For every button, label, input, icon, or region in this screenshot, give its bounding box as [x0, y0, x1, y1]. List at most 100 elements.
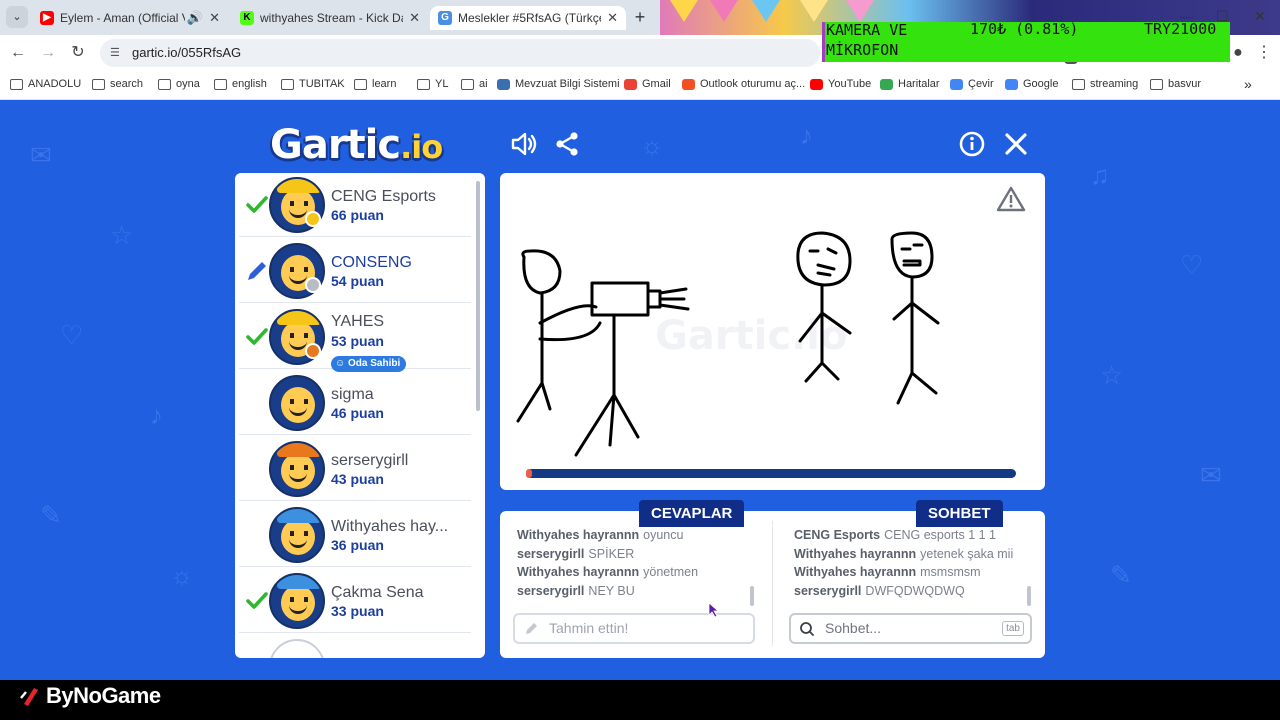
bookmark-çevir[interactable]: Çevir — [950, 78, 994, 90]
bookmark-label: Çevir — [968, 78, 994, 90]
share-icon[interactable] — [553, 130, 581, 158]
answers-tab[interactable]: CEVAPLAR — [639, 500, 745, 527]
tab-gartic[interactable]: G Meslekler #5RfsAG (Türkçe) - Gartic ✕ — [430, 6, 626, 30]
tab-kick[interactable]: K withyahes Stream - Kick Dashboard ✕ — [232, 6, 428, 30]
bookmark-streaming[interactable]: streaming — [1072, 78, 1138, 90]
drawing-canvas[interactable]: Gartic.io — [500, 173, 1045, 490]
tab-close-icon[interactable]: ✕ — [209, 10, 220, 26]
bookmark-label: basvur — [1168, 78, 1202, 90]
bookmark-google[interactable]: Google — [1005, 78, 1058, 90]
folder-icon — [92, 78, 105, 90]
answers-scrollbar[interactable] — [750, 586, 754, 606]
tab-close-icon[interactable]: ✕ — [607, 10, 618, 26]
reload-icon[interactable]: ↻ — [68, 43, 88, 63]
empty-avatar — [269, 639, 325, 658]
avatar-eyes — [290, 465, 308, 470]
kick-favicon-icon: K — [240, 11, 254, 25]
check-icon — [246, 592, 268, 609]
tab-search-button[interactable]: ⌄ — [6, 6, 28, 28]
player-name: CONSENG — [331, 254, 412, 271]
bynogame-logo-icon — [20, 688, 38, 706]
chat-scrollbar[interactable] — [1027, 586, 1031, 606]
player-name: sigma — [331, 386, 374, 403]
gartic-page: ✉ ☆ ♡ ♪ ✎ ☼ ♫ ♡ ☆ ✉ ✎ ☼ ♪ Gartic.io CENG… — [0, 100, 1280, 680]
folder-icon — [10, 78, 23, 90]
player-score: 66 puan — [331, 207, 384, 223]
new-tab-button[interactable]: + — [628, 6, 652, 30]
stream-footer: ByNoGame — [0, 680, 1280, 720]
bookmark-search[interactable]: search — [92, 78, 143, 90]
player-status-dot — [305, 343, 321, 359]
bookmark-haritalar[interactable]: Haritalar — [880, 78, 940, 90]
bookmark-oyna[interactable]: oyna — [158, 78, 200, 90]
player-list-scrollbar[interactable] — [476, 181, 480, 411]
bookmark-anadolu[interactable]: ANADOLU — [10, 78, 81, 90]
site-favicon-icon — [1005, 78, 1018, 90]
bookmark-label: english — [232, 78, 267, 90]
panel-divider — [772, 521, 773, 646]
player-score: 36 puan — [331, 537, 384, 553]
player-row[interactable]: serserygirll 43 puan — [239, 437, 471, 501]
bookmark-tubitak[interactable]: TUBITAK — [281, 78, 345, 90]
speaker-icon[interactable]: 🔊 — [187, 10, 203, 26]
round-timer-bar — [526, 469, 1016, 478]
chat-tab[interactable]: SOHBET — [916, 500, 1003, 527]
avatar-hat — [277, 311, 321, 325]
player-score: 54 puan — [331, 273, 384, 289]
player-score: 43 puan — [331, 471, 384, 487]
player-row[interactable]: Çakma Sena 33 puan — [239, 569, 471, 633]
bookmark-label: search — [110, 78, 144, 90]
bookmarks-bar: ANADOLU search oyna english TUBITAK learn YL ai… — [0, 72, 1280, 100]
player-row[interactable]: CONSENG 54 puan — [239, 239, 471, 303]
chat-input[interactable]: Sohbet... tab — [789, 613, 1032, 644]
forward-arrow-icon[interactable]: → — [38, 43, 58, 63]
bookmark-label: TUBITAK — [299, 78, 345, 90]
bookmark-outlook-oturumu-aç-[interactable]: Outlook oturumu aç... — [682, 78, 805, 90]
window-close-icon[interactable]: ✕ — [1254, 8, 1266, 25]
bookmark-learn[interactable]: learn — [354, 78, 396, 90]
bookmark-ai[interactable]: ai — [461, 78, 488, 90]
message-user: serserygirll — [517, 583, 585, 598]
player-row[interactable] — [239, 635, 471, 658]
player-name: CENG Esports — [331, 188, 436, 205]
address-bar[interactable]: ☰ gartic.io/055RfsAG — [100, 39, 820, 67]
player-row[interactable]: YAHES 53 puan ☺ Oda Sahibi — [239, 305, 471, 372]
bookmark-mevzuat-bilgi-sistemi[interactable]: Mevzuat Bilgi Sistemi — [497, 78, 620, 90]
bookmark-youtube[interactable]: YouTube — [810, 78, 871, 90]
more-bookmarks-icon[interactable]: » — [1244, 76, 1252, 92]
sound-icon[interactable] — [510, 130, 538, 158]
player-status-dot — [305, 211, 321, 227]
room-owner-badge: ☺ Oda Sahibi — [331, 356, 407, 372]
player-row[interactable]: CENG Esports 66 puan — [239, 173, 471, 237]
close-icon[interactable] — [1002, 130, 1030, 158]
tab-close-icon[interactable]: ✕ — [409, 10, 420, 26]
message-text: CENG esports 1 1 1 — [884, 528, 996, 542]
doodle-pencil-icon: ✎ — [1110, 560, 1132, 590]
url-text: gartic.io/055RfsAG — [132, 45, 242, 60]
chat-message: serserygirll DWFQDWQDWQ — [794, 582, 1034, 601]
tab-youtube[interactable]: ▶ Eylem - Aman (Official Video) 🔊 ✕ — [32, 6, 228, 30]
camera-mic-label: KAMERA VE MİKROFON — [826, 21, 908, 59]
player-row[interactable]: Withyahes hay... 36 puan — [239, 503, 471, 567]
player-status-dot — [305, 277, 321, 293]
folder-icon — [281, 78, 294, 90]
avatar-face — [281, 387, 315, 423]
check-icon — [246, 196, 268, 213]
bookmark-english[interactable]: english — [214, 78, 267, 90]
bookmark-basvur[interactable]: basvur — [1150, 78, 1201, 90]
pencil-drawing-icon — [248, 262, 266, 280]
donation-goal: TRY21000 — [1144, 20, 1217, 38]
profile-icon[interactable]: ● — [1228, 43, 1248, 63]
site-settings-icon[interactable]: ☰ — [110, 46, 124, 60]
back-arrow-icon[interactable]: ← — [8, 43, 28, 63]
report-warning-icon[interactable] — [996, 185, 1026, 213]
bookmark-yl[interactable]: YL — [417, 78, 448, 90]
avatar-hat — [277, 179, 321, 193]
info-icon[interactable] — [958, 130, 986, 158]
bookmark-label: YouTube — [828, 78, 872, 90]
player-row[interactable]: sigma 46 puan — [239, 371, 471, 435]
bookmark-label: YL — [435, 78, 449, 90]
bookmark-gmail[interactable]: Gmail — [624, 78, 671, 90]
player-score: 33 puan — [331, 603, 384, 619]
menu-kebab-icon[interactable]: ⋮ — [1254, 43, 1274, 63]
